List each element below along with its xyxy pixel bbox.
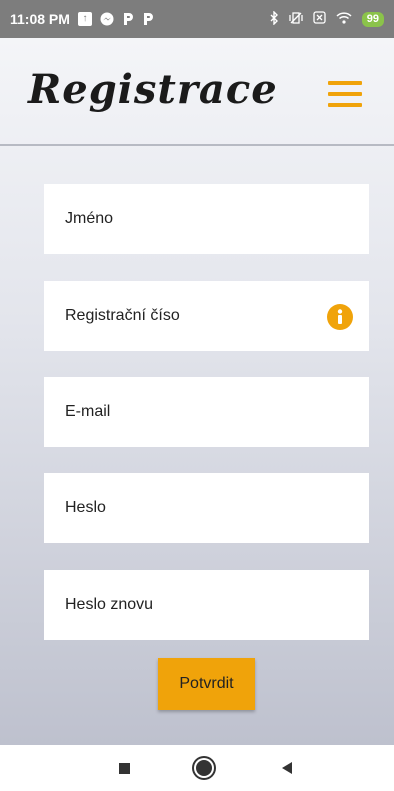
password-confirm-placeholder: Heslo znovu bbox=[65, 596, 154, 613]
back-icon[interactable] bbox=[281, 761, 293, 775]
email-field-placeholder: E-mail bbox=[65, 403, 111, 420]
bluetooth-icon bbox=[269, 9, 279, 28]
name-field[interactable]: Jméno bbox=[44, 184, 369, 254]
registration-number-field[interactable]: Registrační číso bbox=[44, 281, 369, 351]
name-field-placeholder: Jméno bbox=[65, 210, 114, 227]
recent-apps-icon[interactable] bbox=[119, 763, 130, 774]
notification-box-icon: ↑ bbox=[77, 12, 92, 26]
home-icon[interactable] bbox=[196, 760, 212, 776]
status-time: 11:08 PM bbox=[10, 11, 70, 27]
password-field[interactable]: Heslo bbox=[44, 473, 369, 543]
password-field-placeholder: Heslo bbox=[65, 499, 106, 516]
system-nav-bar bbox=[0, 745, 394, 791]
wifi-icon bbox=[336, 11, 352, 27]
email-field[interactable]: E-mail bbox=[44, 377, 369, 447]
sim-icon bbox=[313, 11, 326, 27]
vibrate-icon bbox=[289, 11, 303, 28]
p-icon bbox=[122, 12, 134, 26]
registration-number-placeholder: Registrační číso bbox=[65, 307, 180, 324]
battery-icon: 99 bbox=[361, 11, 384, 27]
page-title: Registrace bbox=[28, 66, 278, 113]
password-confirm-field[interactable]: Heslo znovu bbox=[44, 570, 369, 640]
status-bar: 11:08 PM ↑ 99 bbox=[0, 0, 394, 38]
submit-button[interactable]: Potvrdit bbox=[158, 658, 255, 710]
p-icon bbox=[142, 12, 154, 26]
registration-screen: Registrace Jméno Registrační číso E-mail… bbox=[0, 38, 394, 745]
app-header: Registrace bbox=[0, 38, 394, 146]
info-icon[interactable] bbox=[327, 304, 353, 330]
hamburger-menu-icon[interactable] bbox=[328, 81, 366, 109]
messenger-icon bbox=[100, 12, 114, 26]
